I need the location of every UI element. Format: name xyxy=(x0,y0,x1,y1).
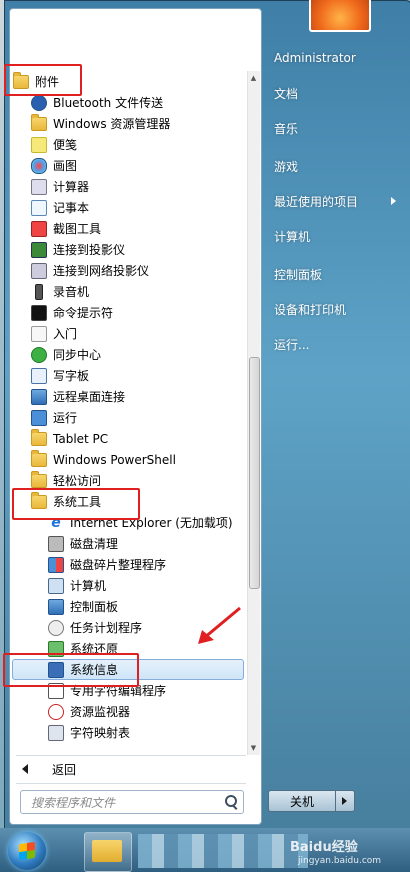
scroll-up-arrow-icon[interactable]: ▲ xyxy=(249,73,258,83)
computer-icon xyxy=(48,577,64,594)
list-item[interactable]: 录音机 xyxy=(31,281,89,302)
list-item[interactable]: 计算器 xyxy=(31,176,89,197)
list-item[interactable]: 入门 xyxy=(31,323,77,344)
list-item[interactable]: 命令提示符 xyxy=(31,302,113,323)
explorer-icon xyxy=(31,113,47,132)
list-item[interactable]: 磁盘碎片整理程序 xyxy=(48,554,166,575)
search-input[interactable]: 搜索程序和文件 xyxy=(20,790,244,814)
right-item-user[interactable]: Administrator xyxy=(274,48,356,68)
shutdown-button[interactable]: 关机 xyxy=(268,790,336,812)
list-item[interactable]: 计算机 xyxy=(48,575,106,596)
command-prompt-icon xyxy=(31,304,47,321)
folder-icon xyxy=(31,428,47,447)
task-scheduler-icon xyxy=(48,619,64,636)
right-item-run[interactable]: 运行... xyxy=(274,334,309,354)
watermark-url: jingyan.baidu.com xyxy=(298,856,382,866)
getting-started-icon xyxy=(31,325,47,342)
highlight-box xyxy=(3,653,139,687)
sync-center-icon xyxy=(31,346,47,363)
list-item[interactable]: 写字板 xyxy=(31,365,89,386)
projector-icon xyxy=(31,241,47,258)
resource-monitor-icon xyxy=(48,703,64,720)
list-item[interactable]: 字符映射表 xyxy=(48,722,130,743)
list-item[interactable]: 记事本 xyxy=(31,197,89,218)
remote-desktop-icon xyxy=(31,388,47,405)
list-item[interactable]: 连接到投影仪 xyxy=(31,239,125,260)
network-projector-icon xyxy=(31,262,47,279)
right-item-computer[interactable]: 计算机 xyxy=(274,226,310,246)
list-item[interactable]: Windows 资源管理器 xyxy=(31,113,170,134)
sound-recorder-icon xyxy=(31,283,47,300)
list-item[interactable]: 控制面板 xyxy=(48,596,118,617)
list-item[interactable]: 同步中心 xyxy=(31,344,101,365)
start-orb-icon[interactable] xyxy=(8,832,46,870)
divider xyxy=(16,755,246,756)
back-arrow-icon xyxy=(22,764,28,774)
search-icon[interactable] xyxy=(225,795,237,807)
list-item[interactable]: Tablet PC xyxy=(31,428,108,449)
right-item-control-panel[interactable]: 控制面板 xyxy=(274,264,322,284)
list-item[interactable]: 便笺 xyxy=(31,134,77,155)
control-panel-icon xyxy=(48,598,64,615)
right-item-recent[interactable]: 最近使用的项目 xyxy=(274,191,358,211)
right-item-music[interactable]: 音乐 xyxy=(274,118,298,138)
submenu-arrow-icon xyxy=(391,197,396,205)
scroll-down-arrow-icon[interactable]: ▼ xyxy=(249,743,258,753)
divider xyxy=(16,783,246,784)
list-item[interactable]: 连接到网络投影仪 xyxy=(31,260,149,281)
run-icon xyxy=(31,409,47,426)
list-item[interactable]: 磁盘清理 xyxy=(48,533,118,554)
user-picture[interactable] xyxy=(309,0,371,32)
blurred-taskbar-area xyxy=(138,834,308,868)
scrollbar-thumb[interactable] xyxy=(249,357,260,589)
disk-cleanup-icon xyxy=(48,535,64,552)
calculator-icon xyxy=(31,178,47,195)
notepad-icon xyxy=(31,199,47,216)
wordpad-icon xyxy=(31,367,47,384)
shutdown-group: 关机 xyxy=(268,790,356,812)
folder-icon xyxy=(31,470,47,489)
list-item[interactable]: 资源监视器 xyxy=(48,701,130,722)
folder-icon xyxy=(31,449,47,468)
watermark: Baidu经验 xyxy=(290,840,358,855)
right-item-devices[interactable]: 设备和打印机 xyxy=(274,299,346,319)
folder-icon xyxy=(92,840,122,862)
back-button[interactable]: 返回 xyxy=(22,759,76,779)
list-item[interactable]: 任务计划程序 xyxy=(48,617,142,638)
sticky-notes-icon xyxy=(31,136,47,153)
character-map-icon xyxy=(48,724,64,741)
list-item[interactable]: 截图工具 xyxy=(31,218,101,239)
annotation-arrow-icon xyxy=(198,606,241,644)
right-item-documents[interactable]: 文档 xyxy=(274,83,298,103)
list-item[interactable]: 运行 xyxy=(31,407,77,428)
bluetooth-icon xyxy=(31,94,47,111)
list-item[interactable]: 远程桌面连接 xyxy=(31,386,125,407)
defragment-icon xyxy=(48,556,64,573)
list-item[interactable]: Windows PowerShell xyxy=(31,449,176,470)
right-item-games[interactable]: 游戏 xyxy=(274,156,298,176)
highlight-box xyxy=(12,488,140,520)
paint-icon xyxy=(31,157,47,174)
programs-pane: 附件 Bluetooth 文件传送 Windows 资源管理器 便笺 画图 计算… xyxy=(9,8,262,825)
highlight-box xyxy=(4,64,82,96)
snipping-tool-icon xyxy=(31,220,47,237)
list-item[interactable]: 画图 xyxy=(31,155,77,176)
shutdown-options-button[interactable] xyxy=(336,790,355,812)
